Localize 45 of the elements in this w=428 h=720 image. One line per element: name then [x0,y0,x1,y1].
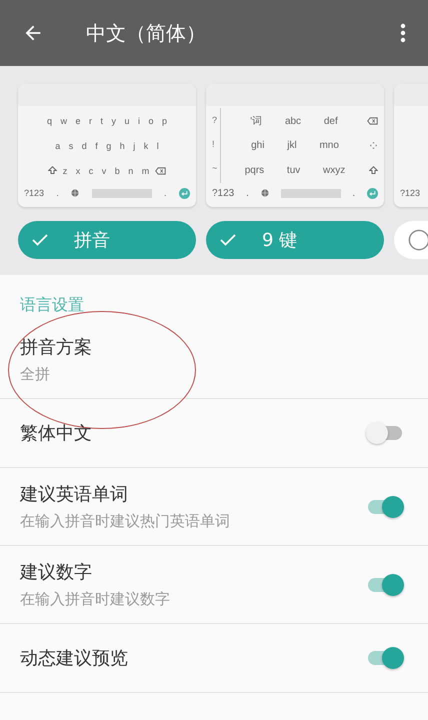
key-labels: q w e r t y u i o p [46,116,168,126]
screen-title: 中文（简体） [86,20,207,46]
toggle-switch[interactable] [366,421,404,445]
backspace-icon [155,166,166,174]
key-label: ?123 [24,188,44,198]
toggle-switch[interactable] [366,646,404,670]
key-label: . [164,188,167,198]
space-bar [280,188,341,198]
key-labels: '词 abc def [249,114,339,128]
key-label: . [56,188,59,198]
key-label: . [352,188,356,198]
globe-icon [71,189,80,197]
setting-title[interactable]: 动态建议预览 [20,646,128,670]
check-icon [220,234,236,246]
setting-title[interactable]: 建议英语单词 [20,482,128,506]
key-labels: z x c v b n m [62,166,150,176]
more-options-icon[interactable] [400,23,406,43]
keyboard-preview[interactable]: ?123 [394,84,428,207]
setting-summary: 全拼 [20,365,50,384]
key-labels: ? ! ~ [212,108,221,183]
keyboard-preview[interactable]: q w e r t y u i o p a s d f g h j k l z x c v b n m ?123 . . [18,84,196,207]
enter-icon [178,188,190,198]
setting-summary: 在输入拼音时建议热门英语单词 [20,512,230,531]
key-labels: ghi jkl mno [250,140,340,151]
keyboard-preview[interactable]: ? ! ~ '词 abc def ghi jkl mno pqrs tuv wxyz ?123 . . [206,84,384,207]
key-label: ?123 [400,188,420,198]
toggle-switch[interactable] [366,494,404,518]
key-label: ?123 [212,188,234,198]
check-icon [32,234,48,246]
cursor-move-icon [369,141,378,150]
space-bar [92,188,152,198]
setting-summary: 在输入拼音时建议数字 [20,590,170,609]
enter-icon [366,188,378,198]
shift-icon [369,166,378,175]
setting-title[interactable]: 建议数字 [20,560,92,584]
setting-title[interactable]: 拼音方案 [20,335,92,359]
toggle-switch[interactable] [366,572,404,596]
key-label: . [246,188,249,198]
globe-icon [260,189,269,197]
section-header: 语言设置 [19,294,84,316]
key-labels: a s d f g h j k l [55,140,159,150]
backspace-icon [367,116,378,124]
shift-icon [48,166,57,175]
setting-title[interactable]: 繁体中文 [20,421,92,445]
key-labels: pqrs tuv wxyz [244,165,346,176]
